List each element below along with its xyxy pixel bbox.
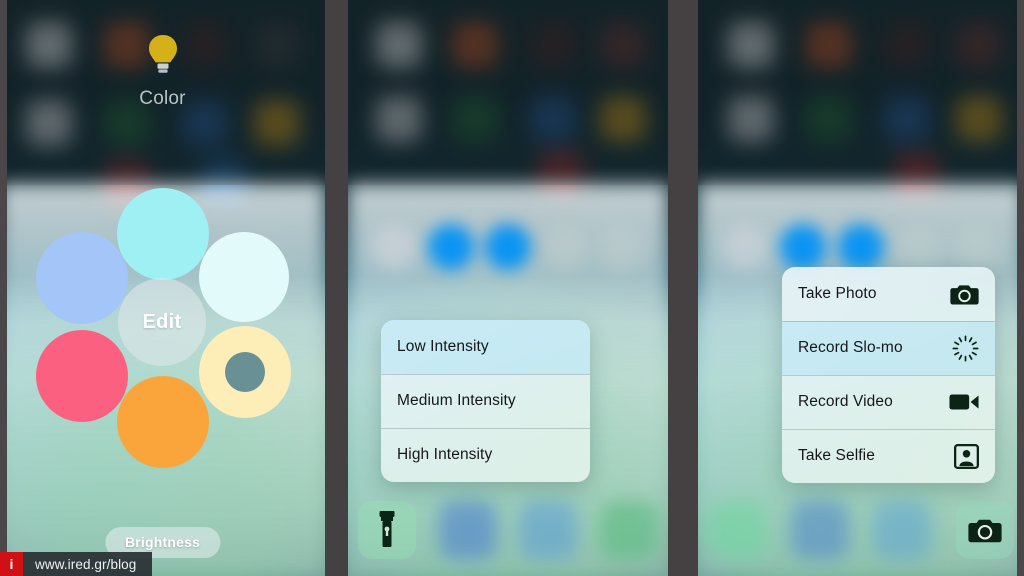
control-center-shortcut-row: [708, 498, 1014, 562]
panel-edge-right: [1017, 0, 1024, 576]
menu-item-label: Take Photo: [798, 285, 877, 302]
shortcut-calculator[interactable]: [519, 501, 578, 559]
toggle-wifi[interactable]: [780, 224, 826, 270]
shortcut-calculator[interactable]: [873, 501, 932, 559]
menu-item-low-intensity[interactable]: Low Intensity: [381, 320, 590, 374]
menu-item-label: Record Video: [798, 393, 893, 410]
light-bulb-icon: [148, 35, 177, 73]
selfie-icon: [954, 443, 979, 469]
shortcut-timer[interactable]: [790, 501, 849, 559]
menu-item-medium-intensity[interactable]: Medium Intensity: [381, 374, 590, 428]
shortcut-camera[interactable]: [955, 501, 1014, 559]
toggle-rotation-lock[interactable]: [598, 224, 645, 270]
shortcut-flashlight[interactable]: [708, 501, 766, 559]
dimmed-overlay: [698, 0, 1024, 185]
camera-action-menu: Take Photo Record Slo-mo Record Video Ta…: [782, 267, 995, 483]
toggle-airplane[interactable]: [371, 224, 418, 270]
flashlight-icon: [379, 511, 395, 547]
shortcut-timer[interactable]: [438, 501, 497, 559]
edit-button-label: Edit: [142, 310, 182, 333]
shortcut-camera[interactable]: [599, 501, 658, 559]
menu-item-high-intensity[interactable]: High Intensity: [381, 428, 590, 482]
swatch-orange[interactable]: [117, 376, 209, 468]
menu-item-label: Record Slo-mo: [798, 339, 903, 356]
toggle-rotation-lock[interactable]: [954, 224, 1000, 270]
swatch-pale-cyan[interactable]: [199, 232, 289, 322]
control-center-toggle-row: [348, 218, 668, 276]
menu-item-take-photo[interactable]: Take Photo: [782, 267, 995, 321]
toggle-bluetooth[interactable]: [838, 224, 884, 270]
video-camera-icon: [949, 392, 979, 412]
brightness-label: Brightness: [124, 534, 201, 550]
swatch-cream[interactable]: [199, 326, 291, 418]
control-center-shortcut-row: [358, 498, 658, 562]
toggle-airplane[interactable]: [722, 224, 768, 270]
menu-item-label: Medium Intensity: [397, 392, 516, 409]
toggle-bluetooth[interactable]: [484, 224, 531, 270]
flashlight-action-menu: Low Intensity Medium Intensity High Inte…: [381, 320, 590, 482]
phone-panel-color-picker: Color Edit Brightness: [0, 0, 325, 576]
camera-icon: [968, 519, 1002, 542]
screenshot-root: Color Edit Brightness Low Intensity Medi…: [0, 0, 1024, 576]
menu-item-label: Take Selfie: [798, 447, 875, 464]
color-wheel: Edit: [0, 180, 325, 480]
swatch-blue[interactable]: [36, 232, 128, 324]
menu-item-record-video[interactable]: Record Video: [782, 375, 995, 429]
menu-item-take-selfie[interactable]: Take Selfie: [782, 429, 995, 483]
watermark-badge: i: [0, 552, 23, 576]
toggle-do-not-disturb[interactable]: [541, 224, 588, 270]
color-label: Color: [139, 88, 186, 109]
panel-divider-1: [325, 0, 348, 576]
dimmed-overlay: [348, 0, 668, 185]
edit-button[interactable]: Edit: [118, 278, 206, 366]
toggle-do-not-disturb[interactable]: [896, 224, 942, 270]
menu-item-record-slo-mo[interactable]: Record Slo-mo: [782, 321, 995, 375]
menu-item-label: Low Intensity: [397, 338, 489, 355]
phone-panel-camera: Take Photo Record Slo-mo Record Video Ta…: [698, 0, 1024, 576]
toggle-wifi[interactable]: [428, 224, 475, 270]
swatch-pink[interactable]: [36, 330, 128, 422]
swatch-cream-selected-hole: [225, 352, 265, 392]
panel-divider-2: [668, 0, 698, 576]
color-header: Color: [0, 32, 325, 110]
phone-panel-flashlight: Low Intensity Medium Intensity High Inte…: [348, 0, 668, 576]
slo-mo-icon: [952, 334, 979, 362]
menu-item-label: High Intensity: [397, 446, 493, 463]
shortcut-flashlight[interactable]: [358, 501, 416, 559]
watermark: i www.ired.gr/blog: [0, 552, 153, 576]
swatch-cyan[interactable]: [117, 188, 209, 280]
camera-icon: [950, 283, 979, 306]
watermark-url: www.ired.gr/blog: [35, 556, 137, 572]
